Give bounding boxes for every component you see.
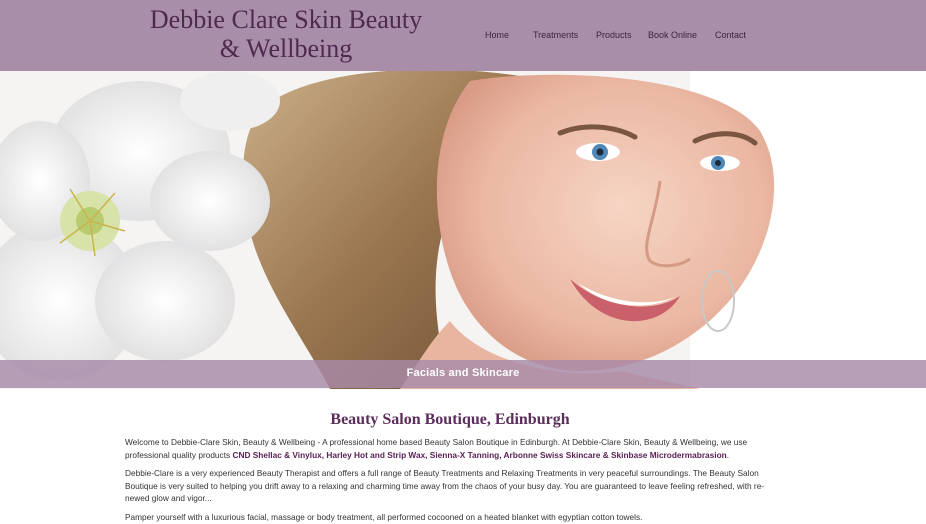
nav-book-online[interactable]: Book Online [648, 30, 697, 40]
intro-text-end: . [726, 449, 730, 460]
pamper-paragraph: Pamper yourself with a luxurious facial,… [125, 512, 643, 522]
main-nav: Home Treatments Products Book Online Con… [0, 30, 926, 44]
hero-caption-bar: Facials and Skincare [0, 360, 926, 388]
nav-products[interactable]: Products [596, 30, 632, 40]
nav-contact[interactable]: Contact [715, 30, 746, 40]
nav-home[interactable]: Home [485, 30, 509, 40]
nav-treatments[interactable]: Treatments [533, 30, 578, 40]
page-heading: Beauty Salon Boutique, Edinburgh [330, 411, 570, 428]
hero-image [0, 71, 926, 389]
hero-banner: Facials and Skincare [0, 71, 926, 389]
intro-paragraph: Welcome to Debbie-Clare Skin, Beauty & W… [125, 436, 785, 461]
product-brands-link[interactable]: CND Shellac & Vinylux, Harley Hot and St… [232, 450, 726, 460]
hero-caption[interactable]: Facials and Skincare [0, 367, 926, 379]
site-header: Debbie Clare Skin Beauty & Wellbeing Hom… [0, 0, 926, 71]
therapist-paragraph: Debbie-Clare is a very experienced Beaut… [125, 468, 765, 503]
